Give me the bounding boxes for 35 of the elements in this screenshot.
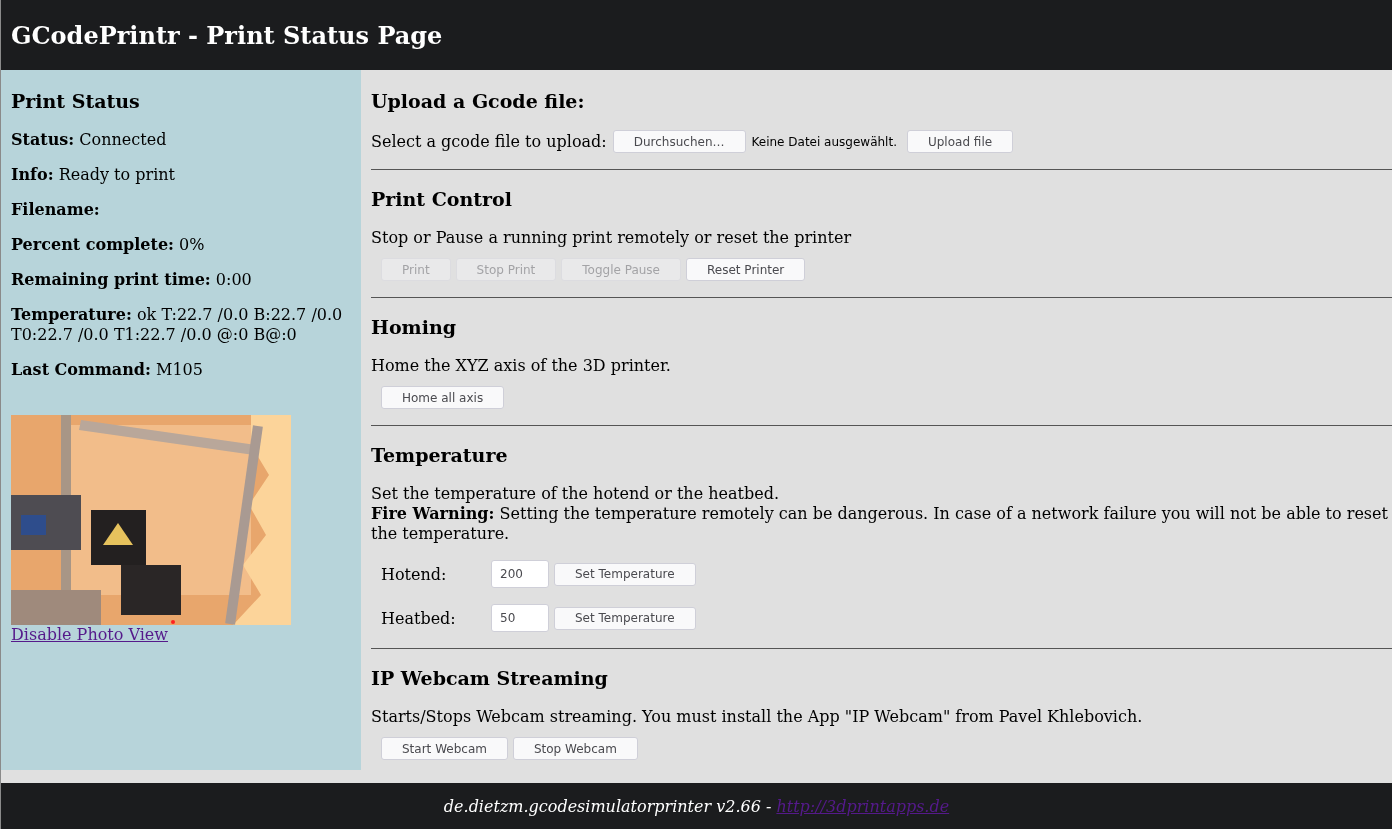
temperature-label: Heatbed: <box>381 608 457 628</box>
browse-button[interactable]: Durchsuchen… <box>612 130 746 153</box>
set-temperature-button[interactable]: Set Temperature <box>554 562 696 586</box>
section-heading: Temperature <box>371 443 509 468</box>
set-temperature-button[interactable]: Set Temperature <box>554 606 696 630</box>
action-button[interactable]: Stop Webcam <box>512 737 638 760</box>
upload-prompt: Select a gcode file to upload: <box>371 132 607 151</box>
section-description: Stop or Pause a running print remotely or reset the printer <box>371 228 853 248</box>
status-field: Info: Ready to print <box>11 165 351 185</box>
section-heading: Print Control <box>371 187 513 212</box>
status-field: Percent complete: 0% <box>11 235 351 255</box>
action-button[interactable]: Start Webcam <box>381 737 508 760</box>
temperature-input[interactable]: 200 <box>491 560 549 588</box>
page-title: GCodePrintr - Print Status Page <box>11 20 443 50</box>
fire-warning: Fire Warning: Setting the temperature remotely can be dangerous. In case of a network failure you will not be able to reset the temperature. <box>371 504 1389 544</box>
disable-photo-link[interactable]: Disable Photo View <box>11 625 168 644</box>
section-heading: IP Webcam Streaming <box>371 666 609 691</box>
status-field: Status: Connected <box>11 130 351 150</box>
temperature-label: Hotend: <box>381 564 448 584</box>
action-button[interactable]: Reset Printer <box>686 258 806 281</box>
footer-text: de.dietzm.gcodesimulatorprinter v2.66 - <box>443 796 772 816</box>
status-field: Last Command: M105 <box>11 360 351 380</box>
file-status: Keine Datei ausgewählt. <box>751 134 897 149</box>
section-description: Set the temperature of the hotend or the heatbed. <box>371 484 780 504</box>
upload-button[interactable]: Upload file <box>906 130 1014 153</box>
section-heading: Upload a Gcode file: <box>371 89 586 114</box>
section-description: Home the XYZ axis of the 3D printer. <box>371 356 672 376</box>
status-field: Filename: <box>11 200 351 220</box>
action-button[interactable]: Home all axis <box>381 386 505 409</box>
status-field: Temperature: ok T:22.7 /0.0 B:22.7 /0.0 T0:22.7 /0.0 T1:22.7 /0.0 @:0 B@:0 <box>11 305 351 345</box>
section-heading: Homing <box>371 315 458 340</box>
section-description: Starts/Stops Webcam streaming. You must install the App "IP Webcam" from Pavel Khlebovich. <box>371 707 1144 727</box>
status-field: Remaining print time: 0:00 <box>11 270 351 290</box>
sidebar-heading: Print Status <box>11 89 141 114</box>
temperature-input[interactable]: 50 <box>491 604 549 632</box>
